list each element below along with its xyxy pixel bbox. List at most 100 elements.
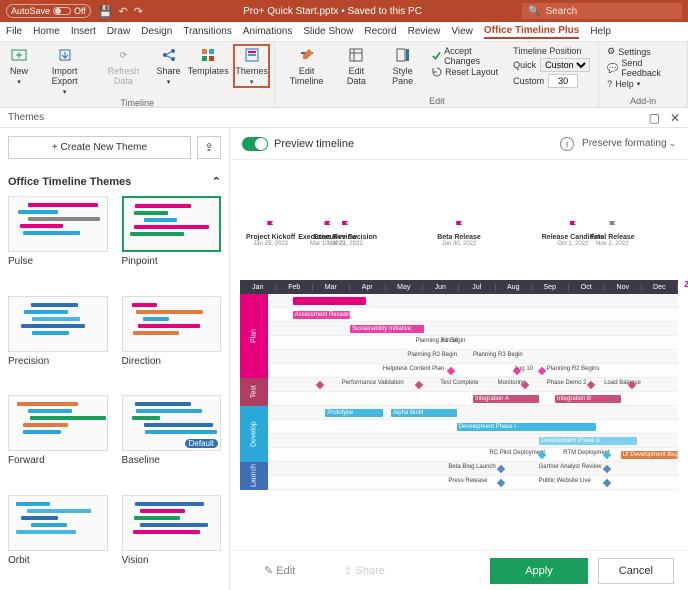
pin-icon: ⇪	[204, 141, 213, 154]
tab-help[interactable]: Help	[590, 26, 611, 37]
panel-footer: ✎ Edit ⇪ Share Apply Cancel	[230, 550, 688, 590]
flag-icon	[607, 220, 617, 230]
apply-button[interactable]: Apply	[490, 558, 588, 584]
timeline-preview: Project KickoffJan 25, 2022Executive Rev…	[230, 160, 688, 550]
quick-position-select[interactable]: Custom	[540, 58, 590, 72]
tab-office-timeline-plus[interactable]: Office Timeline Plus	[484, 25, 579, 39]
check-icon	[432, 51, 441, 61]
tab-draw[interactable]: Draw	[107, 26, 130, 37]
toggle-switch-icon	[242, 137, 268, 151]
tab-transitions[interactable]: Transitions	[183, 26, 232, 37]
theme-forward[interactable]: Forward	[8, 395, 108, 483]
theme-label: Baseline	[122, 455, 222, 466]
autosave-toggle[interactable]: AutoSave Off	[6, 4, 91, 18]
default-badge: Default	[185, 439, 218, 448]
preview-toggle[interactable]: Preview timeline	[242, 137, 354, 151]
save-icon[interactable]: 💾	[99, 5, 113, 18]
style-pane-icon	[394, 46, 412, 64]
chevron-down-icon: ⌄	[669, 139, 676, 148]
theme-label: Vision	[122, 555, 222, 566]
templates-icon	[199, 46, 217, 64]
theme-direction[interactable]: Direction	[122, 296, 222, 384]
custom-position-input[interactable]	[548, 74, 578, 88]
share-icon	[160, 46, 178, 64]
edit-data-button[interactable]: Edit Data	[336, 44, 377, 88]
flag-icon	[454, 220, 464, 230]
settings-button[interactable]: ⚙Settings	[607, 46, 679, 57]
theme-orbit[interactable]: Orbit	[8, 495, 108, 583]
create-new-theme-button[interactable]: + Create New Theme	[8, 136, 191, 159]
style-pane-button[interactable]: Style Pane	[379, 44, 426, 88]
theme-baseline[interactable]: Default Baseline	[122, 395, 222, 483]
theme-label: Precision	[8, 356, 108, 367]
plus-icon	[10, 46, 28, 64]
theme-label: Direction	[122, 356, 222, 367]
tab-view[interactable]: View	[451, 26, 473, 37]
refresh-icon: ⟳	[114, 46, 132, 64]
refresh-data-button[interactable]: ⟳Refresh Data	[95, 44, 151, 88]
info-icon[interactable]: i	[560, 137, 574, 151]
edit-timeline-icon	[298, 46, 316, 64]
themes-icon	[243, 46, 261, 64]
maximize-icon[interactable]: ▢	[649, 111, 660, 125]
edit-button[interactable]: ✎ Edit	[244, 558, 315, 583]
quick-access-toolbar: 💾 ↶ ↷	[99, 5, 143, 18]
document-title: Pro+ Quick Start.pptx • Saved to this PC	[143, 6, 522, 17]
autosave-switch-icon	[53, 7, 71, 15]
panel-title: Themes	[8, 112, 44, 123]
preserve-formatting-dropdown[interactable]: Preserve formating ⌄	[582, 138, 676, 149]
flag-icon	[340, 220, 350, 230]
pin-button[interactable]: ⇪	[197, 136, 221, 159]
theme-pinpoint[interactable]: Pinpoint	[122, 196, 222, 284]
flag-icon	[266, 220, 276, 230]
import-export-button[interactable]: Import Export▾	[36, 44, 93, 98]
cancel-button[interactable]: Cancel	[598, 558, 674, 584]
help-icon: ?	[607, 79, 612, 89]
panel-header: Themes ▢ ✕	[0, 108, 688, 128]
tab-design[interactable]: Design	[141, 26, 172, 37]
theme-vision[interactable]: Vision	[122, 495, 222, 583]
theme-label: Orbit	[8, 555, 108, 566]
theme-label: Pulse	[8, 256, 108, 267]
theme-label: Pinpoint	[122, 256, 222, 267]
templates-button[interactable]: Templates	[186, 44, 231, 78]
group-label: Edit	[279, 96, 594, 106]
theme-pulse[interactable]: Pulse	[8, 196, 108, 284]
ribbon: New▾ Import Export▾ ⟳Refresh Data Share▾…	[0, 42, 688, 108]
send-feedback-button[interactable]: 💬Send Feedback	[607, 58, 679, 78]
tab-slide-show[interactable]: Slide Show	[303, 26, 353, 37]
tab-file[interactable]: File	[6, 26, 22, 37]
edit-timeline-button[interactable]: Edit Timeline	[279, 44, 333, 88]
reset-icon	[432, 67, 442, 77]
redo-icon[interactable]: ↷	[134, 5, 143, 18]
themes-button[interactable]: Themes▾	[233, 44, 271, 88]
theme-precision[interactable]: Precision	[8, 296, 108, 384]
tab-record[interactable]: Record	[364, 26, 396, 37]
themes-sidebar: + Create New Theme ⇪ Office Timeline The…	[0, 128, 230, 590]
themes-section-header[interactable]: Office Timeline Themes ⌃	[8, 175, 221, 188]
tab-home[interactable]: Home	[33, 26, 60, 37]
title-bar: AutoSave Off 💾 ↶ ↷ Pro+ Quick Start.pptx…	[0, 0, 688, 22]
ribbon-tabs: File Home Insert Draw Design Transitions Anima…	[0, 22, 688, 42]
tab-animations[interactable]: Animations	[243, 26, 292, 37]
new-button[interactable]: New▾	[4, 44, 34, 88]
tab-review[interactable]: Review	[408, 26, 441, 37]
group-label: Add-in	[603, 96, 683, 106]
search-input[interactable]: 🔍 Search	[522, 3, 682, 19]
themes-panel: + Create New Theme ⇪ Office Timeline The…	[0, 128, 688, 590]
help-button[interactable]: ?Help▾	[607, 79, 679, 89]
group-label: Timeline	[4, 98, 270, 108]
accept-changes-button[interactable]: Accept Changes	[432, 46, 503, 66]
undo-icon[interactable]: ↶	[119, 5, 128, 18]
chat-icon: 💬	[607, 63, 618, 74]
tab-insert[interactable]: Insert	[71, 26, 96, 37]
share-button[interactable]: Share▾	[154, 44, 184, 88]
import-icon	[56, 46, 74, 64]
share-button[interactable]: ⇪ Share	[323, 558, 405, 583]
reset-layout-button[interactable]: Reset Layout	[432, 67, 503, 77]
preview-pane: Preview timeline i Preserve formating ⌄ …	[230, 128, 688, 590]
close-icon[interactable]: ✕	[670, 111, 680, 125]
flag-icon	[568, 220, 578, 230]
chevron-up-icon: ⌃	[212, 175, 221, 188]
timeline-position: Timeline Position QuickCustom Custom	[509, 44, 594, 92]
